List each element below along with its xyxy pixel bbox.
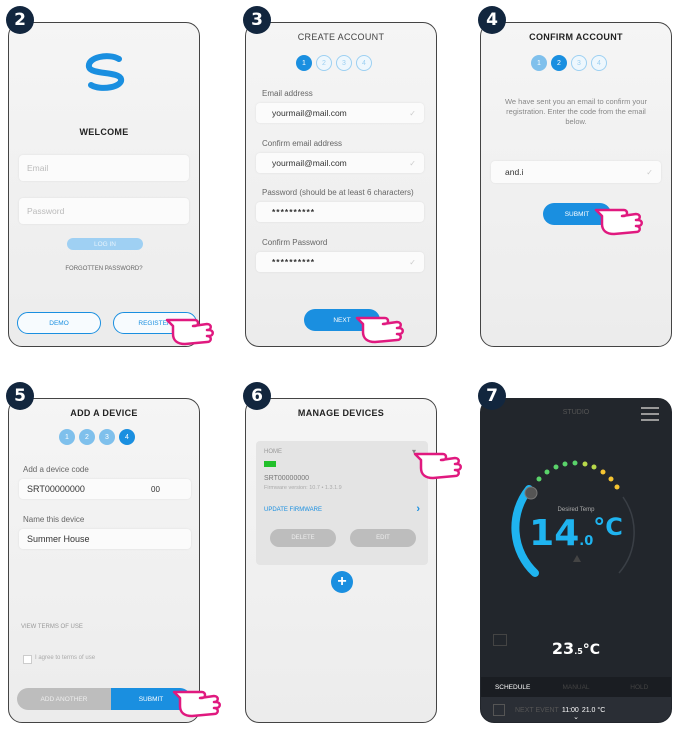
panel-thermostat: STUDIO Desired Temp 14.0°C 23.5°C SCHEDU… xyxy=(480,398,672,723)
device-home-label: HOME xyxy=(264,449,282,455)
add-device-title: ADD A DEVICE xyxy=(70,408,138,418)
step-2: 2 xyxy=(316,55,332,71)
tab-manual[interactable]: MANUAL xyxy=(544,684,607,691)
confirm-password-field[interactable]: ********** ✓ xyxy=(256,252,424,272)
step-4: 4 xyxy=(591,55,607,71)
step-3: 3 xyxy=(99,429,115,445)
panel-confirm-account: CONFIRM ACCOUNT 1 2 3 4 We have sent you… xyxy=(480,22,672,347)
check-icon: ✓ xyxy=(409,257,416,267)
step-indicator: 1 2 3 4 xyxy=(531,55,607,71)
email-field[interactable]: yourmail@mail.com ✓ xyxy=(256,103,424,123)
create-account-title: CREATE ACCOUNT xyxy=(297,32,385,42)
confirm-password-value: ********** xyxy=(272,257,316,267)
add-another-button[interactable]: ADD ANOTHER xyxy=(17,688,111,710)
confirm-email-field[interactable]: yourmail@mail.com ✓ xyxy=(256,153,424,173)
pointer-hand-icon xyxy=(172,690,221,718)
email-label: Email address xyxy=(262,89,313,98)
step-number-7: 7 xyxy=(478,382,506,410)
check-icon: ✓ xyxy=(646,167,653,177)
code-field[interactable]: and.i ✓ xyxy=(491,161,661,183)
pointer-hand-icon xyxy=(165,318,214,346)
app-logo xyxy=(86,53,124,91)
device-serial: SRT00000000 xyxy=(264,475,310,482)
confirm-email-value: yourmail@mail.com xyxy=(272,158,347,168)
password-field[interactable]: ********** xyxy=(256,202,424,222)
step-2: 2 xyxy=(79,429,95,445)
device-code-label: Add a device code xyxy=(23,465,89,474)
device-name-field[interactable]: Summer House xyxy=(19,529,191,549)
step-number-6: 6 xyxy=(243,382,271,410)
check-icon: ✓ xyxy=(409,158,416,168)
agree-label: I agree to terms of use xyxy=(35,655,96,661)
device-name-value: Summer House xyxy=(27,534,90,544)
check-icon: ✓ xyxy=(409,108,416,118)
device-code-field[interactable]: SRT00000000 00 xyxy=(19,479,191,499)
confirm-account-title: CONFIRM ACCOUNT xyxy=(529,32,623,42)
confirm-email-label: Confirm email address xyxy=(262,139,343,148)
login-button[interactable]: LOG IN xyxy=(67,238,143,250)
email-value: yourmail@mail.com xyxy=(272,108,347,118)
pointer-hand-icon xyxy=(355,316,404,344)
password-placeholder: Password xyxy=(27,206,65,216)
chevron-down-icon[interactable]: ⌄ xyxy=(481,713,671,721)
current-decimal: .5 xyxy=(574,647,583,656)
temp-decimal: .0 xyxy=(579,534,594,549)
online-indicator: ON xyxy=(264,461,276,467)
step-number-2: 2 xyxy=(6,6,34,34)
demo-button[interactable]: DEMO xyxy=(17,312,101,334)
email-placeholder: Email xyxy=(27,163,49,173)
step-4: 4 xyxy=(119,429,135,445)
step-number-4: 4 xyxy=(478,6,506,34)
pointer-hand-icon xyxy=(413,452,462,480)
manage-devices-title: MANAGE DEVICES xyxy=(297,408,385,418)
current-integer: 23 xyxy=(551,639,575,658)
current-unit: °C xyxy=(582,642,601,658)
forgot-password-link[interactable]: FORGOTTEN PASSWORD? xyxy=(9,266,199,272)
password-value: ********** xyxy=(272,207,316,217)
tab-hold[interactable]: HOLD xyxy=(608,684,671,691)
device-code-value: SRT00000000 xyxy=(27,484,85,494)
device-card: HOME ON SRT00000000 Firmware version: 10… xyxy=(256,441,428,565)
step-2: 2 xyxy=(551,55,567,71)
step-indicator: 1 2 3 4 xyxy=(59,429,135,445)
delete-button[interactable]: DELETE xyxy=(270,529,336,547)
chevron-right-icon[interactable]: › xyxy=(416,503,420,515)
confirm-password-label: Confirm Password xyxy=(262,238,328,247)
password-label: Password (should be at least 6 character… xyxy=(262,188,414,197)
step-1: 1 xyxy=(59,429,75,445)
mode-tabs: SCHEDULE MANUAL HOLD xyxy=(481,677,671,697)
step-3: 3 xyxy=(571,55,587,71)
step-3: 3 xyxy=(336,55,352,71)
menu-icon[interactable] xyxy=(641,407,659,421)
desired-temperature: 14.0°C xyxy=(481,513,671,554)
code-value: and.i xyxy=(505,167,524,177)
update-firmware-link[interactable]: UPDATE FIRMWARE xyxy=(264,507,322,513)
pointer-hand-icon xyxy=(594,208,643,236)
device-name-label: Name this device xyxy=(23,515,85,524)
email-input[interactable]: Email xyxy=(19,155,189,181)
welcome-title: WELCOME xyxy=(79,127,129,137)
step-number-3: 3 xyxy=(243,6,271,34)
edit-button[interactable]: EDIT xyxy=(350,529,416,547)
confirm-message: We have sent you an email to confirm you… xyxy=(504,97,647,126)
view-terms-link[interactable]: VIEW TERMS OF USE xyxy=(21,624,83,630)
device-firmware: Firmware version: 10.7 • 1.3.1.9 xyxy=(264,485,342,491)
step-4: 4 xyxy=(356,55,372,71)
add-device-button[interactable]: + xyxy=(331,571,353,593)
temp-unit: °C xyxy=(593,513,623,541)
step-1: 1 xyxy=(531,55,547,71)
panel-manage-devices: MANAGE DEVICES HOME ON SRT00000000 Firmw… xyxy=(245,398,437,723)
step-1: 1 xyxy=(296,55,312,71)
agree-checkbox[interactable] xyxy=(23,655,32,664)
current-temperature: 23.5°C xyxy=(481,639,671,658)
device-code-suffix: 00 xyxy=(151,484,160,494)
panel-welcome: WELCOME Email Password LOG IN FORGOTTEN … xyxy=(8,22,200,347)
password-input[interactable]: Password xyxy=(19,198,189,224)
step-number-5: 5 xyxy=(6,382,34,410)
temp-integer: 14 xyxy=(529,513,580,554)
step-indicator: 1 2 3 4 xyxy=(296,55,372,71)
tab-schedule[interactable]: SCHEDULE xyxy=(481,684,544,691)
